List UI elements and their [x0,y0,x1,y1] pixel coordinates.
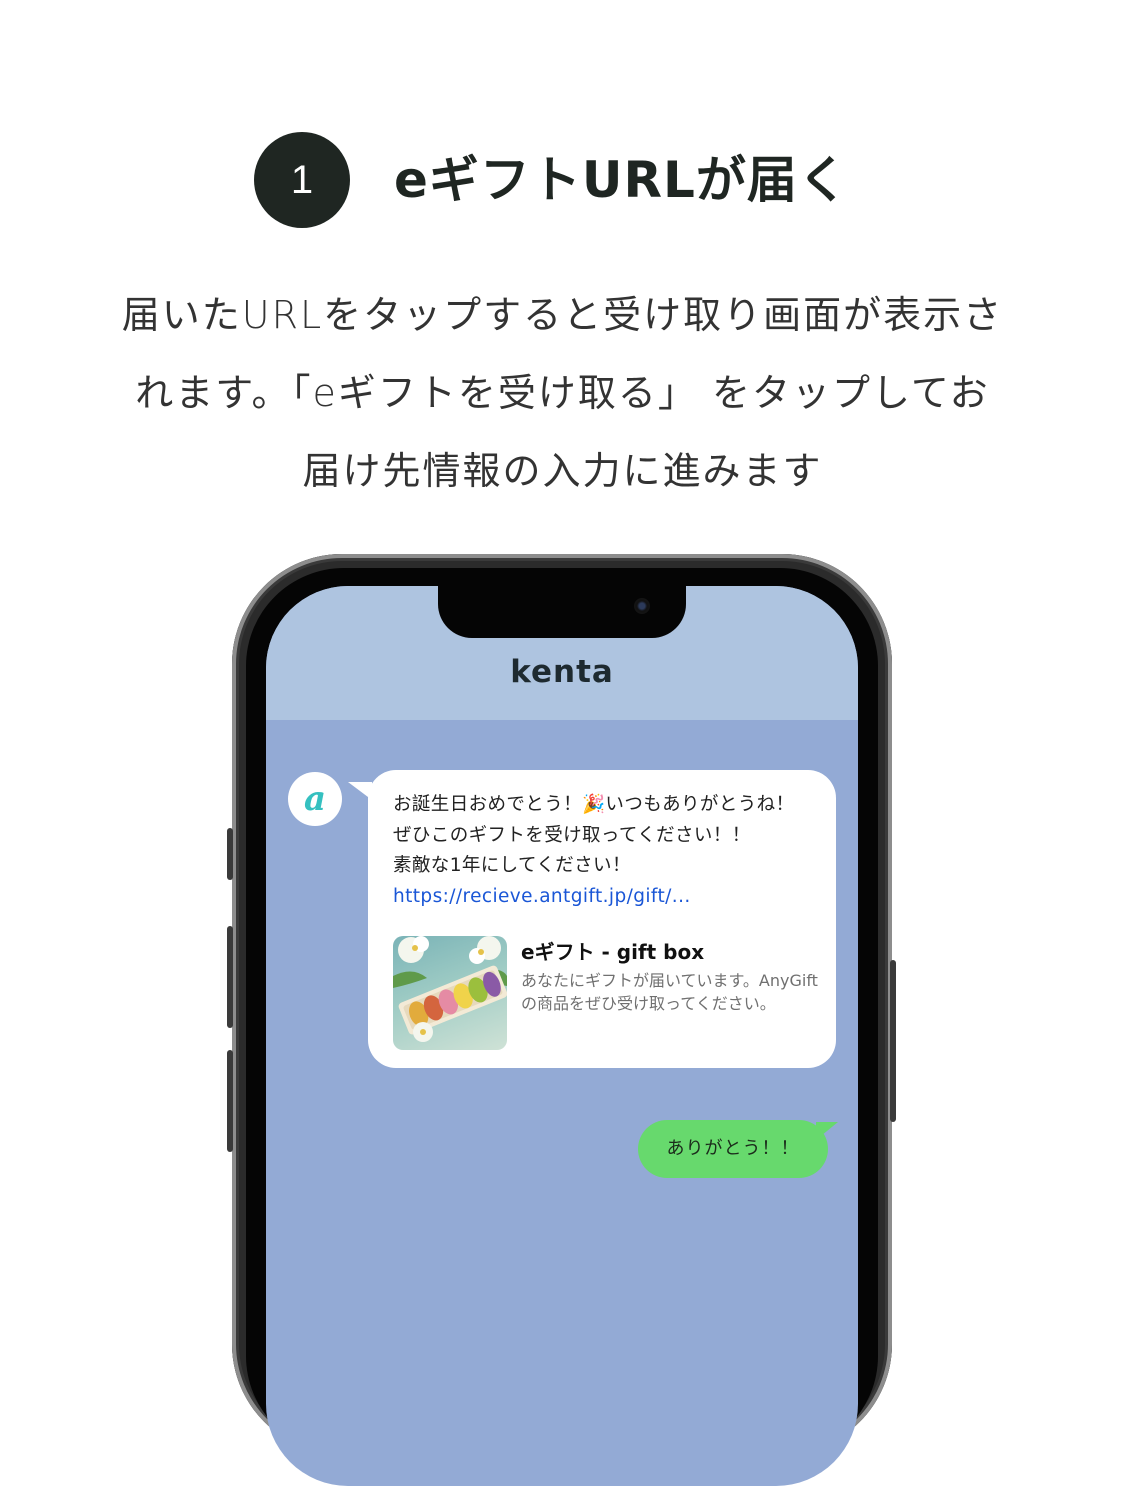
phone-volume-up-button [227,926,233,1028]
step-description: 届いたURLをタップすると受け取り画面が表示さ れます。「eギフトを受け取る」 … [60,276,1065,510]
message-line: お誕生日おめでとう！🎉いつもありがとうね！ [393,794,795,815]
gift-url-link[interactable]: https://recieve.antgift.jp/gift/... [393,882,823,913]
incoming-message-bubble[interactable]: お誕生日おめでとう！🎉いつもありがとうね！ ぜひこのギフトを受け取ってください！… [368,770,836,1068]
description-line: 届け先情報の入力に進みます [302,449,823,493]
step-number: 1 [290,157,314,202]
step-number-badge: 1 [254,132,350,228]
phone-notch [438,586,686,638]
macaron-box-image [393,936,507,1050]
step-title: eギフトURLが届く [394,151,849,209]
phone-mockup: kenta a お誕生日おめでとう！🎉いつもありがとうね！ ぜひこのギフトを受け… [227,554,896,1486]
phone-side-button [227,828,233,880]
incoming-message-text: お誕生日おめでとう！🎉いつもありがとうね！ ぜひこのギフトを受け取ってください！… [393,790,823,912]
step-header: 1 eギフトURLが届く [0,132,1125,228]
message-line: 素敵な1年にしてください！ [393,855,631,876]
gift-link-preview-card[interactable]: eギフト - gift box あなたにギフトが届いています。AnyGiftの商… [393,936,823,1052]
macaron-box-illustration [393,936,507,1042]
gift-card-title: eギフト - gift box [521,940,705,964]
description-line: 届いたURLをタップすると受け取り画面が表示さ [121,293,1004,337]
outgoing-message-bubble[interactable]: ありがとう！！ [638,1120,828,1178]
chat-screen: kenta a お誕生日おめでとう！🎉いつもありがとうね！ ぜひこのギフトを受け… [266,586,858,1486]
front-camera-icon [634,598,650,614]
chat-contact-name: kenta [510,654,614,690]
phone-power-button [890,960,896,1122]
antgift-logo-icon[interactable]: a [288,772,342,826]
gift-card-description: あなたにギフトが届いています。AnyGiftの商品をぜひ受け取ってください。 [521,971,818,1013]
description-line: れます。「eギフトを受け取る」 をタップしてお [135,371,990,415]
message-line: ぜひこのギフトを受け取ってください！！ [393,824,751,846]
phone-volume-down-button [227,1050,233,1152]
